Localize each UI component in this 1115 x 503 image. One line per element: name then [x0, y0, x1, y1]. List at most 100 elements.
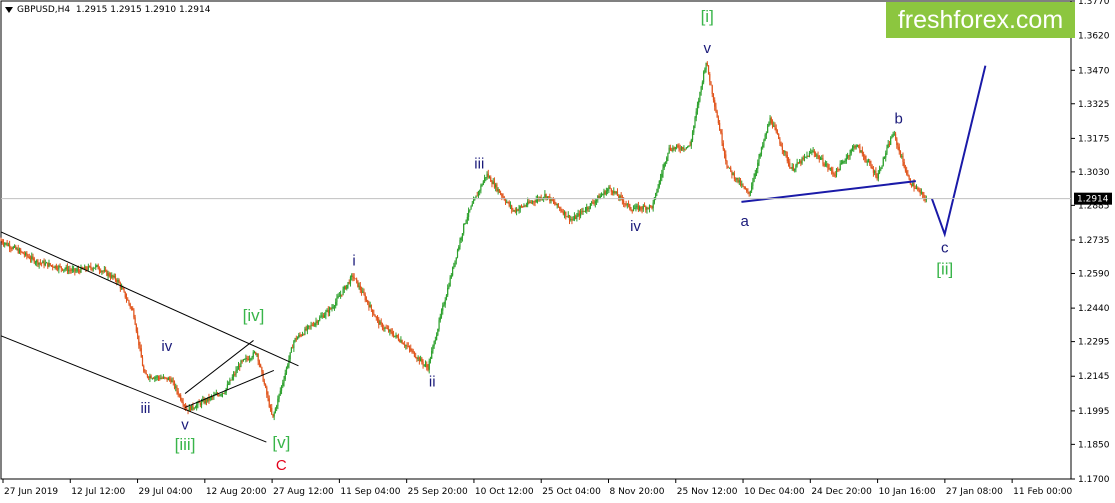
candle-body: [103, 269, 105, 272]
candle-body: [677, 145, 679, 147]
candle-body: [646, 207, 648, 210]
y-tick-label: 1.2590: [1078, 269, 1110, 279]
candle-body: [903, 162, 905, 168]
candle-body: [784, 151, 786, 153]
candle-body: [507, 201, 509, 203]
candle-body: [480, 185, 482, 191]
candle-body: [28, 256, 30, 259]
candle-body: [325, 311, 327, 316]
candle-body: [106, 270, 108, 276]
candle-body: [874, 171, 876, 173]
candle-body: [246, 357, 248, 359]
candle-body: [469, 209, 471, 211]
candle-body: [55, 265, 57, 269]
candle-body: [279, 390, 281, 395]
candle-body: [1, 240, 3, 243]
candle-body: [812, 150, 814, 152]
candle-body: [330, 308, 332, 309]
candle-body: [770, 117, 772, 124]
candle-body: [449, 277, 451, 287]
candle-body: [439, 316, 441, 321]
candle-body: [758, 156, 760, 163]
candle-body: [828, 168, 830, 169]
candle-body: [666, 157, 668, 163]
candle-body: [528, 201, 530, 203]
candle-body: [241, 360, 243, 362]
candle-body: [152, 378, 155, 380]
candle-body: [657, 186, 659, 192]
candle-body: [400, 340, 402, 342]
dropdown-triangle-icon[interactable]: [5, 7, 13, 13]
wave-label: iii: [474, 155, 484, 172]
candle-body: [416, 357, 418, 359]
freshforex-logo: freshforex.com: [886, 2, 1075, 38]
candle-body: [367, 300, 369, 304]
candle-body: [149, 375, 151, 379]
candle-body: [923, 194, 925, 198]
candle-body: [899, 151, 902, 157]
candle-body: [832, 170, 834, 174]
y-tick-label: 1.3325: [1078, 100, 1110, 110]
candle-body: [175, 386, 177, 388]
candle-body: [135, 324, 137, 332]
candle-body: [399, 340, 401, 342]
candle-body: [813, 150, 815, 154]
chart-frame: [0, 0, 1072, 480]
candle-body: [296, 337, 299, 340]
candle-body: [786, 154, 788, 162]
candle-body: [522, 206, 524, 208]
candle-body: [882, 157, 884, 166]
candle-body: [226, 384, 229, 389]
candle-body: [333, 306, 336, 308]
wave-label: [iii]: [175, 435, 196, 454]
candle-body: [344, 286, 347, 290]
candle-body: [816, 155, 818, 157]
candle-body: [396, 334, 398, 338]
candle-body: [908, 175, 910, 179]
candle-body: [459, 240, 461, 247]
candle-body: [898, 146, 900, 152]
candle-body: [533, 201, 535, 203]
candle-body: [607, 189, 609, 191]
candle-body: [690, 140, 692, 146]
candle-body: [682, 147, 684, 150]
x-tick-label: 27 Aug 12:00: [273, 487, 334, 497]
candle-body: [306, 326, 308, 331]
candle-body: [594, 201, 596, 204]
candle-body: [347, 282, 349, 285]
candle-body: [327, 309, 329, 313]
candle-body: [312, 325, 315, 327]
candle-body: [10, 248, 12, 249]
candle-body: [717, 117, 719, 123]
candle-body: [890, 138, 892, 145]
x-tick-label: 11 Feb 00:00: [1013, 487, 1072, 497]
x-tick-label: 8 Nov 20:00: [609, 487, 664, 497]
candle-body: [555, 203, 557, 206]
candle-body: [433, 341, 435, 346]
candle-body: [466, 216, 468, 221]
candle-body: [475, 195, 477, 199]
candle-body: [669, 147, 671, 151]
candle-body: [332, 307, 334, 309]
wave-label: iv: [630, 218, 641, 235]
candle-body: [374, 315, 376, 318]
current-price-label: 1.2914: [1077, 195, 1109, 205]
candle-body: [304, 328, 306, 335]
candle-body: [376, 317, 379, 319]
candle-body: [531, 201, 534, 203]
candle-body: [308, 325, 310, 327]
candle-body: [379, 322, 381, 325]
candle-body: [39, 262, 41, 264]
candle-body: [705, 62, 707, 70]
candle-body: [384, 327, 386, 329]
candle-body: [422, 362, 424, 365]
candle-body: [512, 209, 514, 211]
candle-body: [219, 394, 221, 396]
candle-body: [746, 189, 748, 192]
candle-body: [52, 265, 54, 268]
candle-body: [408, 346, 411, 349]
candle-body: [161, 378, 163, 379]
candle-body: [309, 325, 311, 327]
candle-body: [230, 379, 232, 381]
candle-body: [534, 201, 536, 203]
